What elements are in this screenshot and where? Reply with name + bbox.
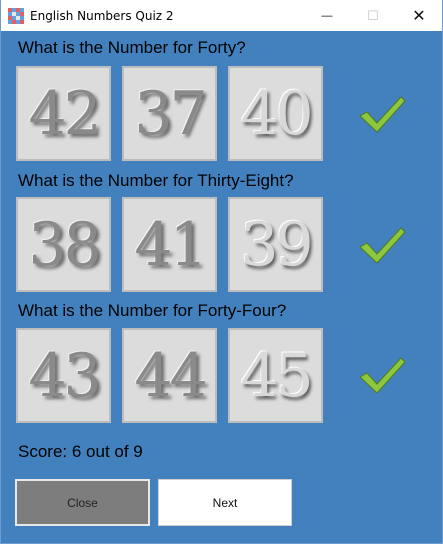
option-label: 41 [134, 209, 207, 280]
option-label: 42 [28, 78, 101, 149]
check-icon [359, 357, 406, 394]
option-label: 44 [134, 340, 207, 411]
question-3-text: What is the Number for Forty-Four? [18, 301, 287, 320]
option-tile-2-1[interactable]: 38 [16, 197, 111, 292]
option-tile-3-3[interactable]: 45 [228, 328, 323, 423]
option-tile-2-2[interactable]: 41 [122, 197, 217, 292]
window-title: English Numbers Quiz 2 [30, 8, 174, 23]
maximize-button[interactable]: ☐ [350, 0, 396, 31]
option-label: 39 [240, 209, 313, 280]
app-icon [8, 7, 24, 24]
option-label: 38 [28, 209, 101, 280]
option-tile-3-1[interactable]: 43 [16, 328, 111, 423]
close-window-button[interactable]: ✕ [396, 0, 442, 31]
option-tile-1-3[interactable]: 40 [228, 66, 323, 161]
next-button-label: Next [212, 495, 238, 510]
quiz-area: What is the Number for Forty? 42 37 40 W… [1, 31, 442, 543]
minimize-icon: — [321, 9, 333, 22]
minimize-button[interactable]: — [304, 0, 350, 31]
option-tile-2-3[interactable]: 39 [228, 197, 323, 292]
option-label: 45 [240, 340, 313, 411]
option-tile-1-2[interactable]: 37 [122, 66, 217, 161]
title-bar[interactable]: English Numbers Quiz 2 — ☐ ✕ [1, 0, 442, 31]
score-label: Score: 6 out of 9 [18, 442, 143, 461]
close-button[interactable]: Close [15, 479, 150, 526]
option-label: 43 [28, 340, 101, 411]
check-icon [359, 96, 406, 133]
check-icon [359, 227, 406, 264]
close-button-label: Close [67, 495, 98, 510]
maximize-icon: ☐ [367, 7, 379, 23]
option-label: 37 [134, 78, 207, 149]
question-1-text: What is the Number for Forty? [18, 38, 246, 57]
option-label: 40 [240, 78, 313, 149]
option-tile-3-2[interactable]: 44 [122, 328, 217, 423]
option-tile-1-1[interactable]: 42 [16, 66, 111, 161]
close-icon: ✕ [412, 7, 426, 25]
question-2-text: What is the Number for Thirty-Eight? [18, 171, 294, 190]
quiz-window: English Numbers Quiz 2 — ☐ ✕ What is the… [0, 0, 443, 544]
next-button[interactable]: Next [158, 479, 292, 526]
